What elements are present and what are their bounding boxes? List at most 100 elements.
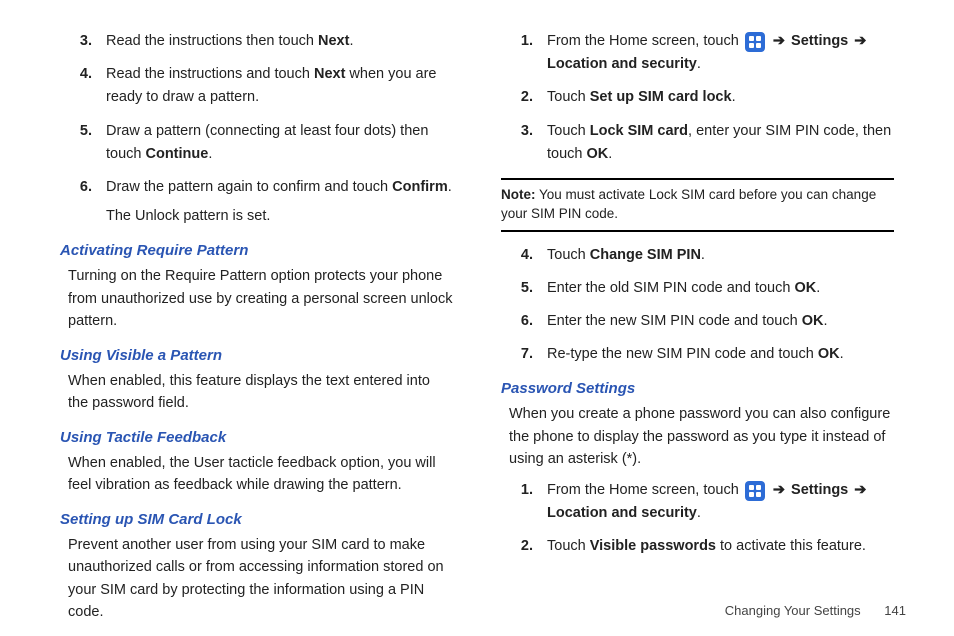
- note-block: Note: You must activate Lock SIM card be…: [501, 178, 894, 232]
- bold: Settings: [791, 482, 848, 498]
- step-number: 2.: [501, 535, 547, 558]
- text: .: [448, 179, 452, 195]
- heading-password-settings: Password Settings: [501, 380, 894, 397]
- note-body: You must activate Lock SIM card before y…: [501, 187, 876, 221]
- step-body: Read the instructions and touch Next whe…: [106, 63, 453, 109]
- step-number: 7.: [501, 343, 547, 366]
- list-item: 2. Touch Visible passwords to activate t…: [501, 535, 894, 558]
- text: Draw the pattern again to confirm and to…: [106, 179, 392, 195]
- note-label: Note:: [501, 187, 536, 202]
- list-item: 6. Draw the pattern again to confirm and…: [60, 176, 453, 228]
- paragraph: Turning on the Require Pattern option pr…: [68, 265, 453, 332]
- step-body: Touch Lock SIM card, enter your SIM PIN …: [547, 120, 894, 166]
- footer-section: Changing Your Settings: [725, 603, 861, 618]
- bold: Next: [318, 33, 349, 49]
- bold: Confirm: [392, 179, 448, 195]
- arrow-icon: ➔: [773, 33, 785, 49]
- text: .: [732, 89, 736, 105]
- arrow-icon: ➔: [773, 482, 785, 498]
- bold: Visible passwords: [590, 538, 716, 554]
- bold: OK: [794, 280, 816, 296]
- left-column: 3. Read the instructions then touch Next…: [48, 24, 477, 576]
- bold: Set up SIM card lock: [590, 89, 732, 105]
- bold: OK: [818, 346, 840, 362]
- bold: OK: [802, 313, 824, 329]
- bold: Change SIM PIN: [590, 247, 701, 263]
- right-column: 1. From the Home screen, touch ➔ Setting…: [477, 24, 906, 576]
- step-number: 5.: [501, 277, 547, 300]
- step-body: Touch Set up SIM card lock.: [547, 86, 894, 109]
- bold: OK: [587, 146, 609, 162]
- text: From the Home screen, touch: [547, 482, 743, 498]
- text: Enter the new SIM PIN code and touch: [547, 313, 802, 329]
- text: Re-type the new SIM PIN code and touch: [547, 346, 818, 362]
- heading-setting-up-sim-card-lock: Setting up SIM Card Lock: [60, 511, 453, 528]
- paragraph: When you create a phone password you can…: [509, 403, 894, 470]
- list-item: 4. Touch Change SIM PIN.: [501, 244, 894, 267]
- step-body: From the Home screen, touch ➔ Settings ➔…: [547, 479, 894, 525]
- text: Read the instructions and touch: [106, 66, 314, 82]
- step-number: 5.: [60, 120, 106, 166]
- apps-grid-icon: [745, 481, 765, 501]
- step-number: 2.: [501, 86, 547, 109]
- text: to activate this feature.: [716, 538, 866, 554]
- text: From the Home screen, touch: [547, 33, 743, 49]
- step-body: Re-type the new SIM PIN code and touch O…: [547, 343, 894, 366]
- text: Touch: [547, 89, 590, 105]
- document-page: 3. Read the instructions then touch Next…: [0, 0, 954, 636]
- list-item: 3. Touch Lock SIM card, enter your SIM P…: [501, 120, 894, 166]
- bold: Next: [314, 66, 345, 82]
- text: .: [840, 346, 844, 362]
- step-body: Touch Change SIM PIN.: [547, 244, 894, 267]
- text: Touch: [547, 538, 590, 554]
- paragraph: When enabled, the User tacticle feedback…: [68, 452, 453, 497]
- bold: Location and security: [547, 505, 697, 521]
- list-item: 1. From the Home screen, touch ➔ Setting…: [501, 479, 894, 525]
- step-body: Touch Visible passwords to activate this…: [547, 535, 894, 558]
- step-body: Enter the old SIM PIN code and touch OK.: [547, 277, 894, 300]
- list-item: 1. From the Home screen, touch ➔ Setting…: [501, 30, 894, 76]
- text: .: [349, 33, 353, 49]
- footer: Changing Your Settings 141: [725, 603, 906, 618]
- step-number: 6.: [60, 176, 106, 228]
- paragraph: Prevent another user from using your SIM…: [68, 534, 453, 624]
- text: Enter the old SIM PIN code and touch: [547, 280, 794, 296]
- bold: Continue: [146, 146, 209, 162]
- list-item: 2. Touch Set up SIM card lock.: [501, 86, 894, 109]
- step-body: Read the instructions then touch Next.: [106, 30, 453, 53]
- text: .: [701, 247, 705, 263]
- list-item: 5. Enter the old SIM PIN code and touch …: [501, 277, 894, 300]
- heading-using-visible-pattern: Using Visible a Pattern: [60, 347, 453, 364]
- list-item: 3. Read the instructions then touch Next…: [60, 30, 453, 53]
- step-number: 4.: [60, 63, 106, 109]
- step-number: 1.: [501, 479, 547, 525]
- step-number: 6.: [501, 310, 547, 333]
- step-number: 3.: [501, 120, 547, 166]
- text: .: [823, 313, 827, 329]
- arrow-icon: ➔: [854, 33, 866, 49]
- step-number: 1.: [501, 30, 547, 76]
- heading-using-tactile-feedback: Using Tactile Feedback: [60, 429, 453, 446]
- text: .: [697, 56, 701, 72]
- step-body: Draw the pattern again to confirm and to…: [106, 176, 453, 228]
- bold: Settings: [791, 33, 848, 49]
- paragraph: When enabled, this feature displays the …: [68, 370, 453, 415]
- step-number: 4.: [501, 244, 547, 267]
- text: Read the instructions then touch: [106, 33, 318, 49]
- text: .: [208, 146, 212, 162]
- text: .: [697, 505, 701, 521]
- text: Touch: [547, 123, 590, 139]
- bold: Location and security: [547, 56, 697, 72]
- extra-line: The Unlock pattern is set.: [106, 205, 453, 228]
- text: .: [608, 146, 612, 162]
- list-item: 7. Re-type the new SIM PIN code and touc…: [501, 343, 894, 366]
- step-number: 3.: [60, 30, 106, 53]
- step-body: Draw a pattern (connecting at least four…: [106, 120, 453, 166]
- list-item: 4. Read the instructions and touch Next …: [60, 63, 453, 109]
- apps-grid-icon: [745, 32, 765, 52]
- text: Touch: [547, 247, 590, 263]
- heading-activating-require-pattern: Activating Require Pattern: [60, 242, 453, 259]
- step-body: From the Home screen, touch ➔ Settings ➔…: [547, 30, 894, 76]
- text: .: [816, 280, 820, 296]
- step-body: Enter the new SIM PIN code and touch OK.: [547, 310, 894, 333]
